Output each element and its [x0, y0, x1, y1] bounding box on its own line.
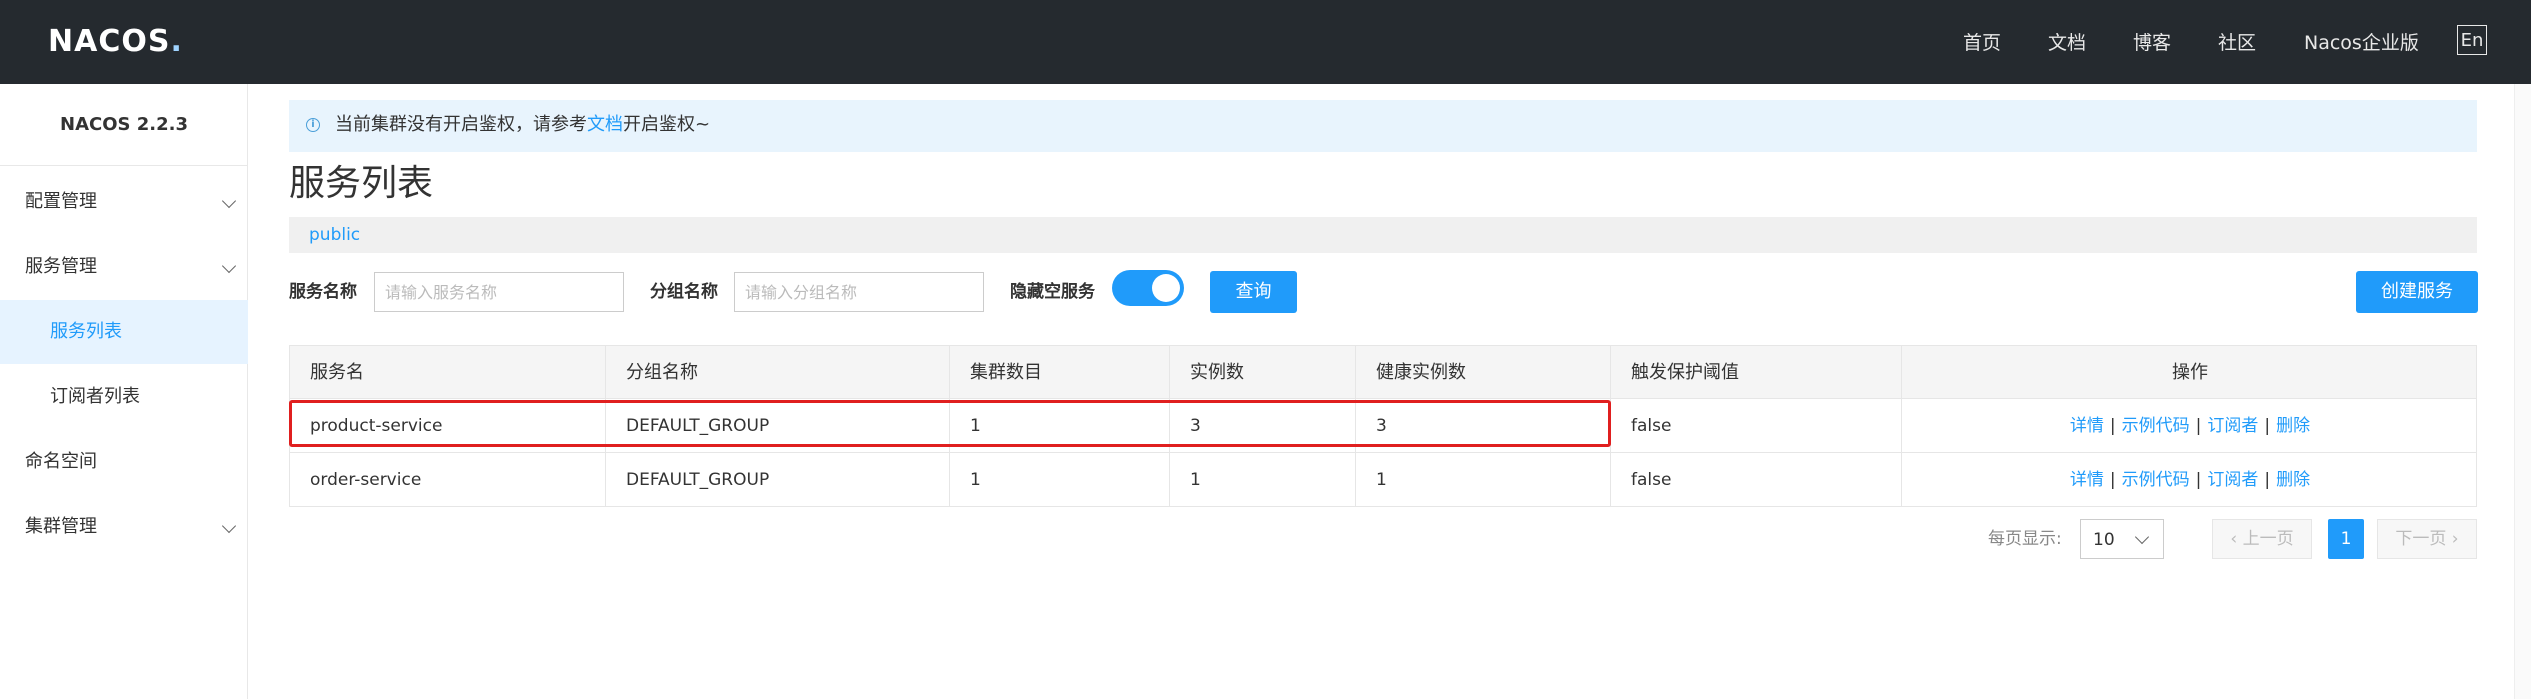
details-link[interactable]: 详情: [2070, 470, 2104, 490]
column-header-protect-threshold: 触发保护阈值: [1611, 346, 1902, 399]
delete-link[interactable]: 删除: [2276, 416, 2310, 436]
column-header-cluster-count: 集群数目: [950, 346, 1170, 399]
next-page-button[interactable]: 下一页 ›: [2377, 519, 2477, 559]
top-navigation-bar: NACOS. 首页 文档 博客 社区 Nacos企业版 En: [0, 0, 2531, 84]
cell-operations: 详情 | 示例代码 | 订阅者 | 删除: [1902, 453, 2478, 507]
nav-docs[interactable]: 文档: [2048, 28, 2086, 55]
service-name-input[interactable]: [374, 272, 624, 312]
notice-prefix: 当前集群没有开启鉴权，请参考: [335, 114, 587, 135]
create-service-button[interactable]: 创建服务: [2356, 271, 2478, 313]
per-page-value: 10: [2093, 530, 2115, 550]
chevron-right-icon: ›: [2451, 529, 2459, 549]
column-header-operations: 操作: [2172, 362, 2208, 383]
op-separator: |: [2195, 470, 2202, 490]
sample-code-link[interactable]: 示例代码: [2122, 416, 2190, 436]
chevron-down-icon: [221, 258, 237, 274]
hide-empty-toggle[interactable]: [1112, 270, 1184, 306]
cell-healthy-count: 3: [1356, 399, 1611, 453]
language-switch-button[interactable]: En: [2457, 25, 2487, 55]
sidebar-item-label: 服务管理: [25, 256, 97, 277]
namespace-bar: public: [289, 217, 2477, 253]
sidebar-item-label: 订阅者列表: [50, 386, 140, 407]
op-separator: |: [2109, 470, 2116, 490]
toggle-knob: [1152, 274, 1180, 302]
cell-operations: 详情 | 示例代码 | 订阅者 | 删除: [1902, 399, 2478, 453]
cell-cluster-count: 1: [950, 399, 1170, 453]
cell-service-name: product-service: [290, 399, 606, 453]
chevron-down-icon: [2134, 529, 2150, 545]
notice-suffix: 开启鉴权~: [623, 114, 711, 135]
cell-instance-count: 1: [1170, 453, 1356, 507]
page-number-1[interactable]: 1: [2328, 519, 2364, 559]
per-page-select[interactable]: 10: [2080, 519, 2164, 559]
sidebar-item-label: 命名空间: [25, 451, 97, 472]
subscribers-link[interactable]: 订阅者: [2207, 470, 2258, 490]
next-page-label: 下一页: [2395, 529, 2447, 549]
group-name-label: 分组名称: [650, 282, 718, 302]
per-page-label: 每页显示:: [1988, 529, 2062, 549]
service-name-label: 服务名称: [289, 282, 357, 302]
cell-cluster-count: 1: [950, 453, 1170, 507]
sidebar-item-subscriber-list[interactable]: 订阅者列表: [0, 365, 248, 429]
column-header-group-name: 分组名称: [606, 346, 950, 399]
sidebar-item-label: 服务列表: [50, 321, 122, 342]
sidebar-item-config-management[interactable]: 配置管理: [0, 170, 248, 234]
namespace-tab-public[interactable]: public: [309, 223, 360, 247]
prev-page-label: 上一页: [2242, 529, 2294, 549]
table-row: product-service DEFAULT_GROUP 1 3 3 fals…: [290, 399, 2476, 453]
sidebar-item-label: 配置管理: [25, 191, 97, 212]
sidebar-item-service-list[interactable]: 服务列表: [0, 300, 248, 364]
table-row: order-service DEFAULT_GROUP 1 1 1 false …: [290, 453, 2476, 507]
subscribers-link[interactable]: 订阅者: [2207, 416, 2258, 436]
info-icon: i: [306, 118, 320, 132]
service-table: 服务名 分组名称 集群数目 实例数 健康实例数 触发保护阈值 操作 produc…: [289, 345, 2477, 507]
op-separator: |: [2264, 416, 2271, 436]
prev-page-button[interactable]: ‹ 上一页: [2212, 519, 2312, 559]
delete-link[interactable]: 删除: [2276, 470, 2310, 490]
cell-group-name: DEFAULT_GROUP: [606, 453, 950, 507]
cell-instance-count: 3: [1170, 399, 1356, 453]
sidebar-item-label: 集群管理: [25, 516, 97, 537]
column-header-instance-count: 实例数: [1170, 346, 1356, 399]
column-header-healthy-count: 健康实例数: [1356, 346, 1611, 399]
nav-blog[interactable]: 博客: [2133, 28, 2171, 55]
sidebar: NACOS 2.2.3 配置管理 服务管理 服务列表 订阅者列表 命名空间 集群…: [0, 84, 248, 699]
sidebar-item-cluster-management[interactable]: 集群管理: [0, 495, 248, 559]
cell-protect-threshold: false: [1611, 453, 1902, 507]
op-separator: |: [2109, 416, 2116, 436]
op-separator: |: [2264, 470, 2271, 490]
query-button[interactable]: 查询: [1210, 271, 1297, 313]
nav-home[interactable]: 首页: [1963, 28, 2001, 55]
cell-service-name: order-service: [290, 453, 606, 507]
chevron-down-icon: [221, 518, 237, 534]
version-label: NACOS 2.2.3: [0, 84, 248, 166]
details-link[interactable]: 详情: [2070, 416, 2104, 436]
nav-enterprise[interactable]: Nacos企业版: [2304, 28, 2419, 55]
chevron-down-icon: [221, 193, 237, 209]
sidebar-item-namespace[interactable]: 命名空间: [0, 430, 248, 494]
chevron-left-icon: ‹: [2230, 529, 2238, 549]
page-scrollbar[interactable]: [2514, 84, 2531, 699]
table-header: 服务名 分组名称 集群数目 实例数 健康实例数 触发保护阈值 操作: [290, 346, 2476, 399]
sidebar-item-service-management[interactable]: 服务管理: [0, 235, 248, 299]
logo-text: NACOS: [48, 24, 171, 59]
nacos-logo[interactable]: NACOS.: [48, 22, 183, 62]
cell-group-name: DEFAULT_GROUP: [606, 399, 950, 453]
auth-notice-banner: i 当前集群没有开启鉴权，请参考文档开启鉴权~: [289, 100, 2477, 152]
sample-code-link[interactable]: 示例代码: [2122, 470, 2190, 490]
group-name-input[interactable]: [734, 272, 984, 312]
op-separator: |: [2195, 416, 2202, 436]
cell-protect-threshold: false: [1611, 399, 1902, 453]
nav-community[interactable]: 社区: [2218, 28, 2256, 55]
hide-empty-label: 隐藏空服务: [1010, 282, 1095, 302]
notice-text: 当前集群没有开启鉴权，请参考文档开启鉴权~: [335, 113, 710, 137]
notice-docs-link[interactable]: 文档: [587, 114, 623, 135]
cell-healthy-count: 1: [1356, 453, 1611, 507]
logo-dot: .: [170, 24, 183, 59]
page-title: 服务列表: [289, 163, 434, 204]
column-header-service-name: 服务名: [290, 346, 606, 399]
